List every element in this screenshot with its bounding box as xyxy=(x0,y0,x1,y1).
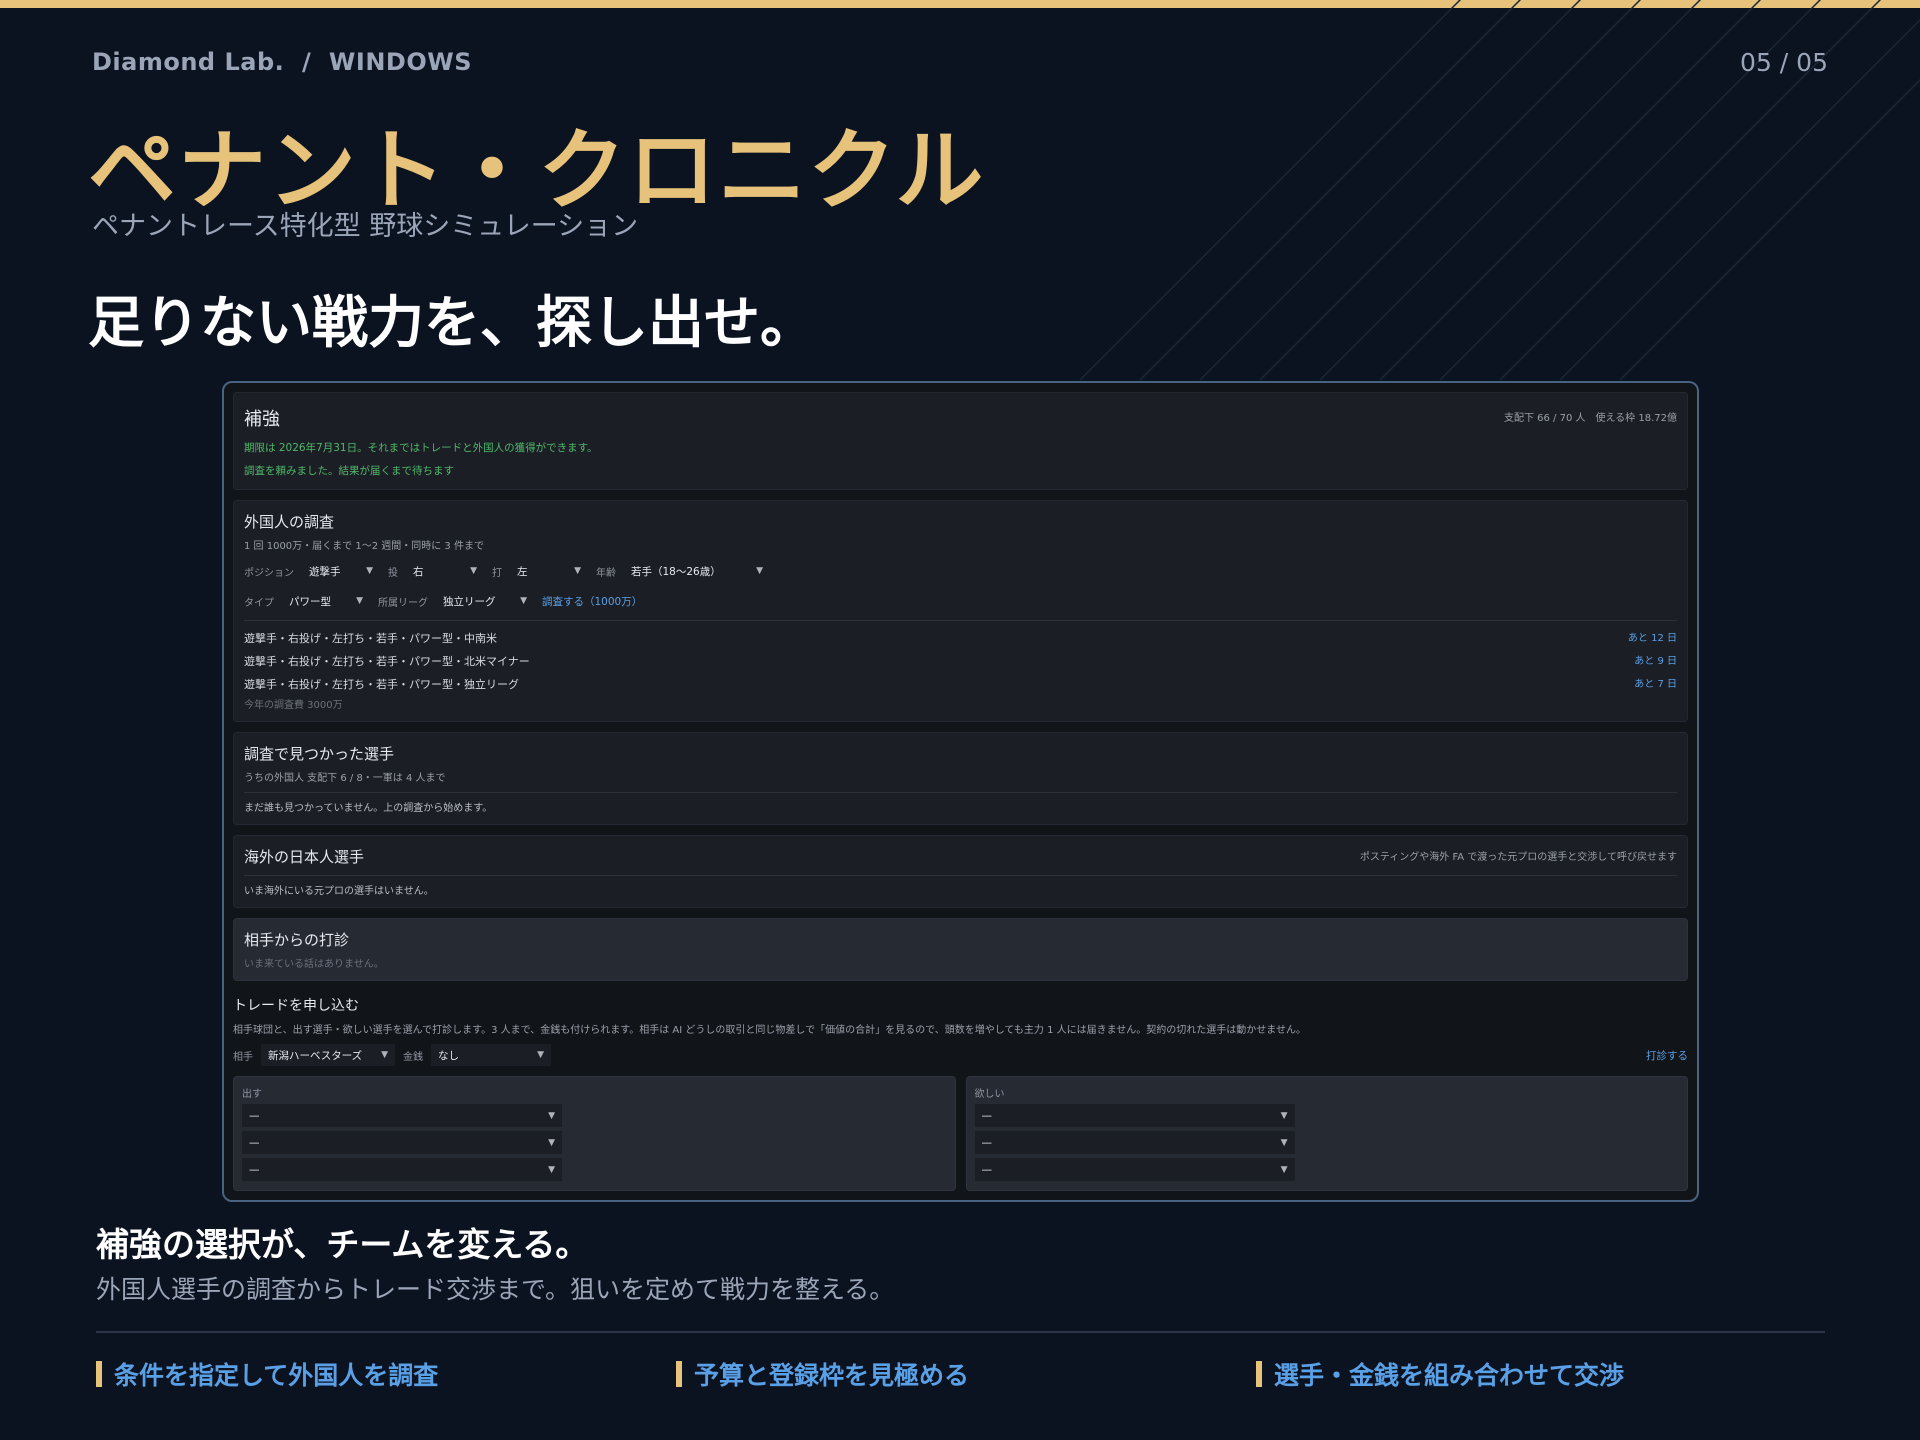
give-player-select[interactable]: — ▼ xyxy=(242,1104,562,1127)
chevron-down-icon: ▼ xyxy=(548,1164,555,1175)
feature-bar-icon xyxy=(1256,1361,1262,1387)
position-select[interactable]: 遊撃手 ▼ xyxy=(302,560,380,582)
section-heading: 補強の選択が、チームを変える。 xyxy=(96,1225,589,1264)
want-player-select[interactable]: — ▼ xyxy=(974,1158,1295,1181)
age-label: 年齢 xyxy=(596,567,616,579)
list-item: 遊撃手・右投げ・左打ち・若手・パワー型・独立リーグ あと 7 日 xyxy=(244,678,1677,691)
chevron-down-icon: ▼ xyxy=(1280,1164,1288,1175)
feature-text: 予算と登録枠を見極める xyxy=(694,1361,970,1390)
feature-item: 予算と登録枠を見極める xyxy=(676,1356,969,1392)
scout-info: 1 回 1000万・届くまで 1〜2 週間・同時に 3 件まで xyxy=(244,541,484,552)
app-screenshot-frame: 補強 支配下 66 / 70 人 使える枠 18.72億 期限は 2026年7月… xyxy=(222,381,1699,1202)
divider xyxy=(96,1331,1825,1333)
chevron-down-icon: ▼ xyxy=(1280,1110,1288,1121)
type-select[interactable]: パワー型 ▼ xyxy=(282,590,370,612)
chevron-down-icon: ▼ xyxy=(548,1137,555,1148)
give-label: 出す xyxy=(242,1089,262,1100)
page-number: 05 / 05 xyxy=(1740,48,1828,77)
give-player-select[interactable]: — ▼ xyxy=(242,1158,562,1181)
scout-request-list: 遊撃手・右投げ・左打ち・若手・パワー型・中南米 あと 12 日 遊撃手・右投げ・左… xyxy=(244,627,1677,696)
chevron-down-icon: ▼ xyxy=(366,566,373,576)
request-scout-button[interactable]: 調査する（1000万） xyxy=(542,594,642,609)
feature-bar-icon xyxy=(96,1361,102,1387)
age-select[interactable]: 若手（18〜26歳） ▼ xyxy=(624,560,770,582)
found-players-panel: 調査で見つかった選手 うちの外国人 支配下 6 / 8・一軍は 4 人まで まだ… xyxy=(233,732,1688,825)
give-player-select[interactable]: — ▼ xyxy=(242,1131,562,1154)
incoming-offers-panel: 相手からの打診 いま来ている話はありません。 xyxy=(233,918,1688,981)
found-title: 調査で見つかった選手 xyxy=(244,745,395,763)
trade-player-grid: 出す — ▼ — ▼ — ▼ 欲しい — ▼ — ▼ — ▼ xyxy=(233,1076,1688,1191)
partner-team-select[interactable]: 新潟ハーベスターズ ▼ xyxy=(261,1044,395,1066)
chevron-down-icon: ▼ xyxy=(356,596,363,606)
list-item: 遊撃手・右投げ・左打ち・若手・パワー型・北米マイナー あと 9 日 xyxy=(244,655,1677,668)
give-players-box: 出す — ▼ — ▼ — ▼ xyxy=(233,1076,956,1191)
position-label: ポジション xyxy=(244,567,294,579)
overseas-note: ポスティングや海外 FA で渡った元プロの選手と交渉して呼び戻せます xyxy=(1359,852,1677,863)
list-item: 遊撃手・右投げ・左打ち・若手・パワー型・中南米 あと 12 日 xyxy=(244,632,1677,645)
found-empty: まだ誰も見つかっていません。上の調査から始めます。 xyxy=(244,803,493,814)
scout-filter-row-2: タイプ パワー型 ▼ 所属リーグ 独立リーグ ▼ 調査する（1000万） xyxy=(244,590,1677,612)
top-accent-bar xyxy=(0,0,1920,8)
yearly-cost: 今年の調査費 3000万 xyxy=(244,700,343,711)
trade-section: トレードを申し込む 相手球団と、出す選手・欲しい選手を選んで打診します。3 人ま… xyxy=(233,991,1688,1195)
chevron-down-icon: ▼ xyxy=(470,566,477,576)
trade-options-row: 相手 新潟ハーベスターズ ▼ 金銭 なし ▼ 打診する xyxy=(233,1044,1688,1066)
type-label: タイプ xyxy=(244,597,274,609)
foreign-scout-panel: 外国人の調査 1 回 1000万・届くまで 1〜2 週間・同時に 3 件まで ポ… xyxy=(233,500,1688,722)
trade-title: トレードを申し込む xyxy=(233,998,359,1014)
want-player-select[interactable]: — ▼ xyxy=(974,1131,1295,1154)
brand-breadcrumb: Diamond Lab. / WINDOWS xyxy=(92,48,473,76)
roster-meta: 支配下 66 / 70 人 使える枠 18.72億 xyxy=(1503,413,1677,424)
chevron-down-icon: ▼ xyxy=(537,1050,544,1060)
scout-status: 調査を頼みました。結果が届くまで待ちます xyxy=(244,465,454,477)
chevron-down-icon: ▼ xyxy=(574,566,581,576)
want-players-box: 欲しい — ▼ — ▼ — ▼ xyxy=(965,1076,1688,1191)
league-label: 所属リーグ xyxy=(378,597,428,609)
chevron-down-icon: ▼ xyxy=(381,1050,388,1060)
trade-description: 相手球団と、出す選手・欲しい選手を選んで打診します。3 人まで、金銭も付けられま… xyxy=(233,1025,1307,1036)
feature-item: 条件を指定して外国人を調査 xyxy=(96,1356,438,1392)
feature-bar-icon xyxy=(676,1361,682,1387)
overseas-empty: いま海外にいる元プロの選手はいません。 xyxy=(244,886,434,897)
feature-item: 選手・金銭を組み合わせて交渉 xyxy=(1256,1356,1624,1392)
throw-label: 投 xyxy=(388,567,398,579)
reinforce-title: 補強 xyxy=(244,409,280,430)
want-player-select[interactable]: — ▼ xyxy=(974,1104,1295,1127)
want-label: 欲しい xyxy=(974,1089,1005,1100)
money-label: 金銭 xyxy=(403,1051,423,1063)
scout-title: 外国人の調査 xyxy=(244,513,335,531)
throw-select[interactable]: 右 ▼ xyxy=(406,560,484,582)
section-description: 外国人選手の調査からトレード交渉まで。狙いを定めて戦力を整える。 xyxy=(96,1275,895,1304)
chevron-down-icon: ▼ xyxy=(520,596,527,606)
found-info: うちの外国人 支配下 6 / 8・一軍は 4 人まで xyxy=(244,773,446,784)
bat-select[interactable]: 左 ▼ xyxy=(510,560,588,582)
overseas-players-panel: 海外の日本人選手 ポスティングや海外 FA で渡った元プロの選手と交渉して呼び戻… xyxy=(233,835,1688,908)
chevron-down-icon: ▼ xyxy=(548,1110,555,1121)
offers-empty: いま来ている話はありません。 xyxy=(244,959,384,970)
money-select[interactable]: なし ▼ xyxy=(431,1044,551,1066)
feature-text: 条件を指定して外国人を調査 xyxy=(114,1361,439,1390)
deadline-notice: 期限は 2026年7月31日。それまではトレードと外国人の獲得ができます。 xyxy=(244,442,598,454)
feature-text: 選手・金銭を組み合わせて交渉 xyxy=(1274,1361,1625,1390)
league-select[interactable]: 独立リーグ ▼ xyxy=(436,590,534,612)
scout-filter-row-1: ポジション 遊撃手 ▼ 投 右 ▼ 打 左 ▼ 年齢 若手（18〜26歳） ▼ xyxy=(244,560,1677,582)
partner-label: 相手 xyxy=(233,1051,253,1063)
submit-trade-button[interactable]: 打診する xyxy=(1646,1048,1688,1063)
page-subtitle: ペナントレース特化型 野球シミュレーション xyxy=(92,211,639,242)
reinforce-panel: 補強 支配下 66 / 70 人 使える枠 18.72億 期限は 2026年7月… xyxy=(233,392,1688,490)
bat-label: 打 xyxy=(492,567,502,579)
headline: 足りない戦力を、探し出せ。 xyxy=(88,291,816,356)
offers-title: 相手からの打診 xyxy=(244,931,350,949)
chevron-down-icon: ▼ xyxy=(1280,1137,1288,1148)
chevron-down-icon: ▼ xyxy=(756,566,763,576)
